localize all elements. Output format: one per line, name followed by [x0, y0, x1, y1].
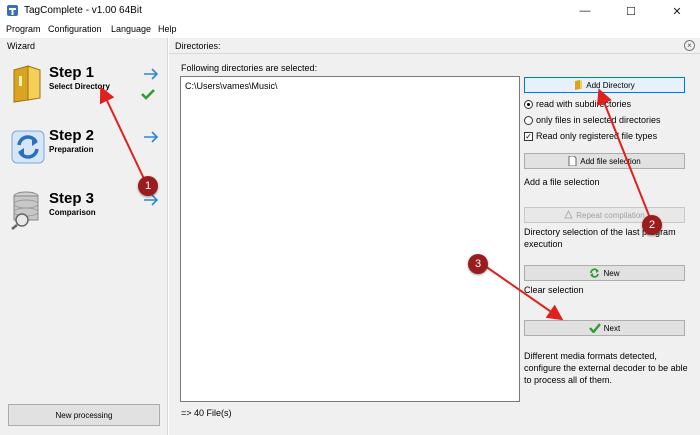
step-1-title: Step 1: [49, 64, 95, 81]
clear-description: Clear selection: [524, 285, 584, 295]
maximize-button[interactable]: ☐: [608, 0, 654, 22]
recycle-icon: [564, 210, 574, 219]
arrow-right-icon: [144, 68, 159, 80]
wizard-label: Wizard: [7, 41, 36, 51]
checkbox-checked-icon: ✓: [524, 131, 533, 141]
menu-bar: Program Configuration Language Help: [0, 22, 700, 38]
directory-list[interactable]: C:\Users\vames\Music\: [180, 76, 520, 402]
step-2-preparation[interactable]: Step 2 Preparation: [10, 127, 160, 173]
step-2-title: Step 2: [49, 127, 95, 144]
divider: [169, 53, 700, 54]
directories-panel: Directories: × Following directories are…: [169, 38, 700, 435]
file-count: => 40 File(s): [181, 408, 232, 418]
annotation-marker-2: 2: [642, 215, 662, 235]
refresh-icon: [11, 130, 45, 164]
directory-list-label: Following directories are selected:: [181, 63, 318, 73]
database-search-icon: [11, 191, 39, 230]
title-bar: TagComplete - v1.00 64Bit — ☐ ✕: [0, 0, 700, 22]
close-window-button[interactable]: ✕: [654, 0, 700, 22]
add-directory-label: Add Directory: [586, 80, 635, 90]
directories-label: Directories:: [175, 41, 221, 51]
new-label: New: [603, 268, 620, 278]
formats-description: Different media formats detected, config…: [524, 351, 688, 385]
add-directory-button[interactable]: Add Directory: [524, 77, 685, 93]
add-file-description: Add a file selection: [524, 177, 600, 187]
annotation-marker-3: 3: [468, 254, 488, 274]
add-file-selection-button[interactable]: Add file selection: [524, 153, 685, 169]
wizard-panel: Wizard Step 1 Select Directory Step 2 Pr…: [0, 38, 168, 435]
read-subdirectories-radio[interactable]: read with subdirectories: [524, 99, 631, 109]
new-button[interactable]: New: [524, 265, 685, 281]
annotation-marker-1: 1: [138, 176, 158, 196]
folder-icon: [13, 65, 41, 103]
next-button[interactable]: Next: [524, 320, 685, 336]
menu-configuration[interactable]: Configuration: [48, 24, 102, 34]
step-2-subtitle: Preparation: [49, 145, 94, 154]
checkmark-icon: [141, 89, 155, 100]
step-3-comparison[interactable]: Step 3 Comparison: [10, 190, 160, 236]
close-panel-icon[interactable]: ×: [684, 40, 695, 51]
menu-language[interactable]: Language: [111, 24, 151, 34]
minimize-button[interactable]: —: [562, 0, 608, 22]
menu-program[interactable]: Program: [6, 24, 41, 34]
repeat-compilation-label: Repeat compilation: [576, 210, 645, 220]
read-subdirectories-label: read with subdirectories: [536, 99, 632, 109]
new-processing-button[interactable]: New processing: [8, 404, 160, 426]
only-files-label: only files in selected directories: [536, 115, 661, 125]
step-1-select-directory[interactable]: Step 1 Select Directory: [10, 64, 160, 110]
next-label: Next: [603, 323, 621, 333]
read-registered-label: Read only registered file types: [536, 131, 658, 141]
read-registered-checkbox[interactable]: ✓ Read only registered file types: [524, 131, 657, 141]
step-3-title: Step 3: [49, 190, 95, 207]
step-3-subtitle: Comparison: [49, 208, 96, 217]
add-file-selection-label: Add file selection: [580, 156, 641, 166]
menu-help[interactable]: Help: [158, 24, 177, 34]
file-icon: [568, 156, 577, 166]
checkmark-icon: [588, 323, 601, 333]
folder-icon: [575, 80, 583, 90]
app-icon: [7, 5, 18, 16]
step-1-subtitle: Select Directory: [49, 82, 110, 91]
window-title: TagComplete - v1.00 64Bit: [24, 5, 142, 16]
radio-unselected-icon: [524, 115, 533, 125]
arrow-right-icon: [144, 131, 159, 143]
list-item[interactable]: C:\Users\vames\Music\: [185, 81, 278, 91]
repeat-description: Directory selection of the last program …: [524, 227, 676, 249]
refresh-icon: [590, 268, 600, 278]
radio-selected-icon: [524, 99, 533, 109]
only-files-radio[interactable]: only files in selected directories: [524, 115, 661, 125]
